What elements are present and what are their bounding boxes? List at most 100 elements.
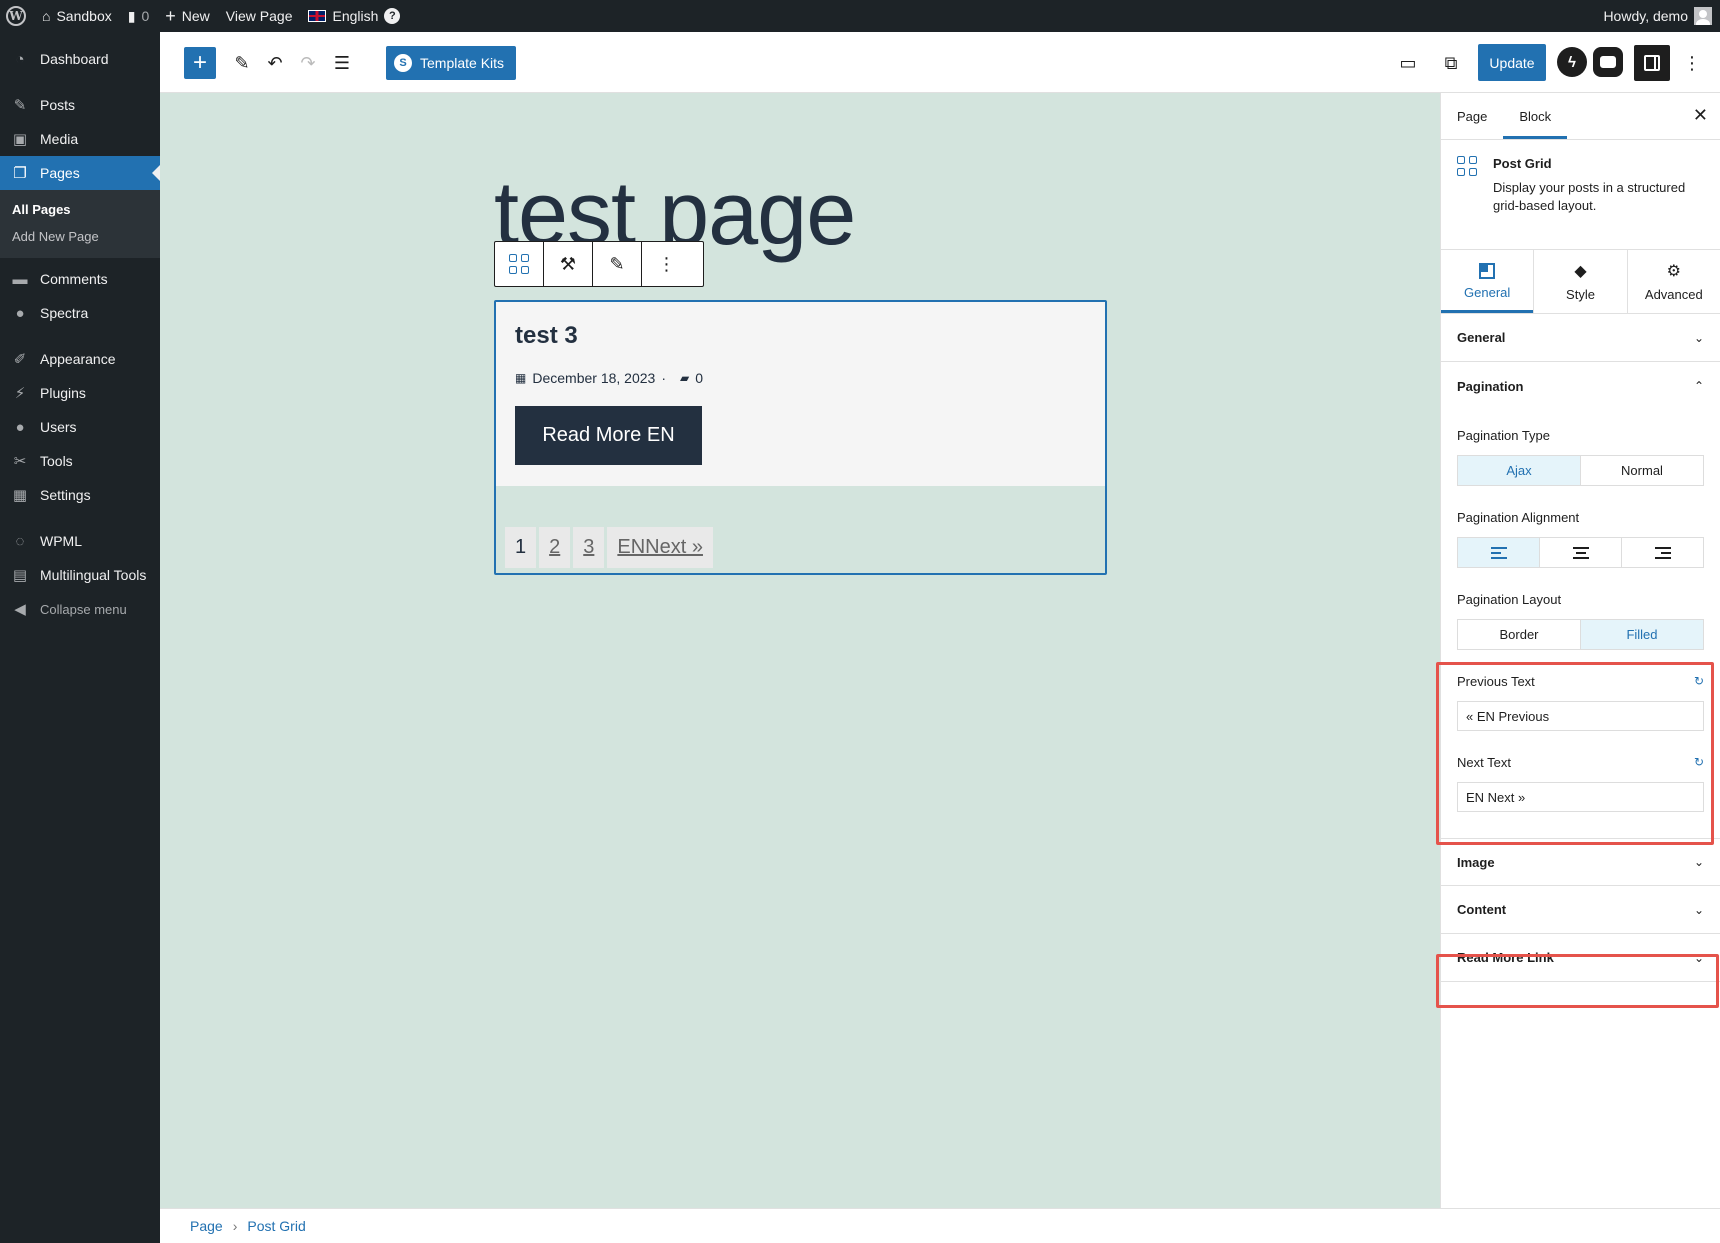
sidebar-item-pages[interactable]: ❐ Pages: [0, 156, 160, 190]
sidebar-item-tools[interactable]: ✂ Tools: [0, 444, 160, 478]
sidebar-item-label: Plugins: [40, 385, 86, 401]
tab-general-label: General: [1464, 285, 1511, 300]
pagination-page-2[interactable]: 2: [539, 527, 571, 568]
post-grid-block[interactable]: test 3 ▦ December 18, 2023 · ▰ 0 Read Mo…: [494, 300, 1107, 575]
new-content-menu[interactable]: + New: [157, 0, 218, 32]
pagination-type-control: Ajax Normal: [1457, 455, 1704, 486]
breadcrumb-page[interactable]: Page: [190, 1218, 223, 1234]
preview-button[interactable]: ▭: [1392, 47, 1424, 79]
block-name: Post Grid: [1493, 156, 1552, 171]
tools-pencil-button[interactable]: ✎: [226, 47, 258, 79]
update-button[interactable]: Update: [1478, 44, 1546, 81]
gear-icon: ⚙: [1666, 263, 1681, 280]
language-switcher[interactable]: English ?: [300, 0, 408, 32]
comments-count: 0: [141, 8, 150, 24]
pages-icon: ❐: [13, 165, 27, 182]
sidebar-item-label: Appearance: [40, 351, 116, 367]
pagination-alignment-control: [1457, 537, 1704, 568]
tab-style[interactable]: ◆ Style: [1534, 250, 1628, 313]
pagination-layout-control: Border Filled: [1457, 619, 1704, 650]
sidebar-item-posts[interactable]: ✎ Posts: [0, 88, 160, 122]
site-name-link[interactable]: ⌂ Sandbox: [34, 0, 120, 32]
pagination-type-normal[interactable]: Normal: [1581, 456, 1703, 485]
sidebar-item-label: Media: [40, 131, 79, 147]
sidebar-item-dashboard[interactable]: ◔ Dashboard: [0, 42, 160, 76]
block-description: Display your posts in a structured grid-…: [1493, 180, 1686, 213]
chevron-down-icon: ⌄: [1693, 855, 1704, 869]
edit-button[interactable]: ✎: [593, 242, 642, 286]
pin-icon: ✎: [13, 97, 27, 114]
plugin-sidebar-button[interactable]: [1593, 47, 1623, 77]
view-page-link[interactable]: View Page: [218, 0, 301, 32]
paintbrush-icon: ✐: [13, 351, 27, 368]
pagination-next-link[interactable]: ENNext »: [607, 527, 713, 568]
submenu-add-new-page[interactable]: Add New Page: [0, 223, 160, 250]
pagination-layout-border[interactable]: Border: [1458, 620, 1581, 649]
align-center-button[interactable]: [1540, 538, 1622, 567]
drag-handle-button[interactable]: ⚒: [544, 242, 593, 286]
close-settings-button[interactable]: ✕: [1693, 105, 1708, 126]
sidebar-item-users[interactable]: ● Users: [0, 410, 160, 444]
sidebar-item-spectra[interactable]: ● Spectra: [0, 296, 160, 330]
pagination-type-ajax[interactable]: Ajax: [1458, 456, 1581, 485]
options-menu-button[interactable]: ⋮: [1676, 47, 1708, 79]
pagination: 1 2 3 ENNext »: [505, 527, 713, 568]
block-toolbar: ⚒ ✎ ⋮: [494, 241, 704, 287]
pagination-page-3[interactable]: 3: [573, 527, 605, 568]
breadcrumb-post-grid[interactable]: Post Grid: [247, 1218, 305, 1234]
sidebar-item-settings[interactable]: ▦ Settings: [0, 478, 160, 512]
post-title[interactable]: test 3: [515, 322, 1086, 350]
sidebar-item-appearance[interactable]: ✐ Appearance: [0, 342, 160, 376]
pagination-layout-filled[interactable]: Filled: [1581, 620, 1703, 649]
view-page-external-button[interactable]: ⧉: [1435, 47, 1467, 79]
plugin-icon: [1600, 56, 1616, 68]
submenu-all-pages[interactable]: All Pages: [0, 196, 160, 223]
spectra-icon: ●: [15, 304, 25, 322]
read-more-button[interactable]: Read More EN: [515, 406, 702, 465]
redo-icon: ↷: [300, 52, 316, 73]
tab-advanced[interactable]: ⚙ Advanced: [1628, 250, 1720, 313]
sidebar-item-label: Collapse menu: [40, 601, 127, 617]
update-label: Update: [1489, 54, 1535, 71]
tab-block[interactable]: Block: [1503, 93, 1567, 139]
external-link-icon: ⧉: [1444, 52, 1458, 73]
section-image-toggle[interactable]: Image ⌄: [1441, 838, 1720, 886]
sidebar-item-wpml[interactable]: ◌ WPML: [0, 524, 160, 558]
wordpress-logo-menu[interactable]: W: [0, 0, 34, 32]
collapse-menu-button[interactable]: ◀ Collapse menu: [0, 592, 160, 626]
sidebar-item-label: Settings: [40, 487, 91, 503]
post-meta: ▦ December 18, 2023 · ▰ 0: [515, 370, 1086, 386]
block-options-button[interactable]: ⋮: [642, 242, 691, 286]
comments-link[interactable]: ▮ 0: [120, 0, 158, 32]
undo-icon: ↶: [267, 52, 283, 73]
align-center-icon: [1572, 546, 1589, 559]
undo-button[interactable]: ↶: [259, 47, 291, 79]
document-overview-button[interactable]: ☰: [326, 47, 358, 79]
collapse-arrow-icon: ◀: [14, 601, 26, 618]
tab-general[interactable]: General: [1441, 250, 1535, 313]
tab-page[interactable]: Page: [1441, 93, 1503, 139]
section-general-toggle[interactable]: General ⌄: [1441, 314, 1720, 362]
add-block-button[interactable]: +: [184, 47, 216, 79]
sidebar-item-plugins[interactable]: ⚡ Plugins: [0, 376, 160, 410]
section-pagination-toggle[interactable]: Pagination ⌃: [1441, 362, 1720, 410]
block-type-button[interactable]: [495, 242, 544, 286]
sidebar-item-multilingual-tools[interactable]: ▤ Multilingual Tools: [0, 558, 160, 592]
align-left-button[interactable]: [1458, 538, 1540, 567]
sidebar-item-comments[interactable]: ▬ Comments: [0, 262, 160, 296]
language-label: English: [332, 8, 379, 24]
block-card: Post Grid Display your posts in a struct…: [1441, 140, 1720, 250]
user-account-menu[interactable]: Howdy, demo: [1595, 0, 1720, 32]
spectra-settings-button[interactable]: ϟ: [1557, 47, 1587, 77]
help-icon[interactable]: ?: [384, 8, 401, 24]
post-comments-count: 0: [695, 370, 704, 386]
howdy-label: Howdy, demo: [1603, 8, 1688, 24]
sidebar-item-media[interactable]: ▣ Media: [0, 122, 160, 156]
redo-button[interactable]: ↷: [292, 47, 324, 79]
template-kits-button[interactable]: S Template Kits: [386, 46, 517, 80]
chevron-up-icon: ⌃: [1693, 379, 1704, 393]
align-right-button[interactable]: [1622, 538, 1703, 567]
sidebar-item-label: Dashboard: [40, 51, 109, 67]
settings-toggle-button[interactable]: [1634, 45, 1670, 81]
section-content-toggle[interactable]: Content ⌄: [1441, 886, 1720, 934]
